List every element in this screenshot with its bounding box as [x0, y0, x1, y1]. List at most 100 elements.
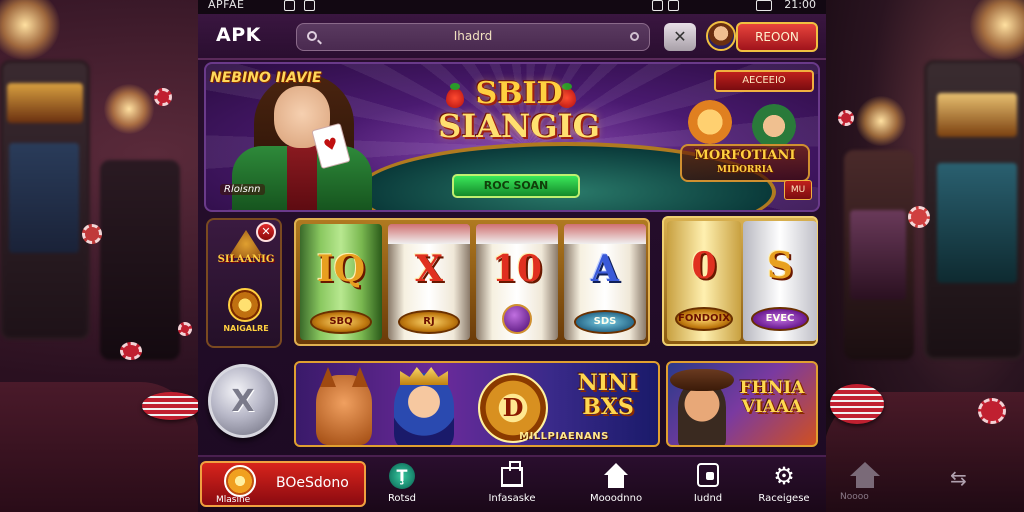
promo2-title: FHNIA VIAAA	[724, 378, 816, 417]
chip-stack	[830, 384, 884, 424]
search-input[interactable]: Ihadrd	[296, 23, 650, 51]
side-panel-logo-2: NAIGALRE	[223, 324, 269, 333]
slot-reel: X RJ	[388, 224, 470, 340]
promo-title-line2: BXS	[582, 394, 634, 420]
register-button[interactable]: REOON	[736, 22, 818, 52]
ghost-nav-label: Noooo	[840, 492, 869, 502]
side-game-panel[interactable]: ✕ SILAANIG NAIGALRE	[206, 218, 282, 348]
slot-reel: 0 FONDOIX	[667, 221, 741, 341]
reel-plate: FONDOIX	[675, 307, 733, 331]
poker-chip	[838, 110, 854, 126]
reel-plate: EVEC	[751, 307, 809, 331]
nav-item-raceigese[interactable]: ⚙ Raceigese	[744, 463, 824, 509]
slot-reel: A SDS	[564, 224, 646, 340]
hero-dealer-title: NEBINO IIAVIE	[210, 70, 322, 86]
nav-item-label: Raceigese	[758, 493, 810, 504]
app-logo[interactable]: APK	[216, 24, 261, 46]
poker-chip	[978, 398, 1006, 424]
shield-icon: Ţ	[389, 463, 415, 489]
mascot-clown	[688, 100, 732, 144]
nav-item-infasaske[interactable]: Infasaske	[472, 461, 552, 509]
reel-symbol: S	[767, 245, 793, 287]
lamp-light	[104, 84, 154, 134]
app-screen: APFAE 21:00 APK Ihadrd ✕ REOON NEBINO II…	[198, 0, 826, 512]
poker-chip	[120, 342, 142, 360]
search-text: Ihadrd	[453, 29, 493, 43]
promo2-title-line1: FHNIA	[739, 378, 805, 398]
play-button[interactable]: ROC SOAN	[452, 174, 580, 198]
nav-active-title: BOeSdono	[276, 475, 349, 491]
side-panel-logo: SILAANIG	[217, 254, 275, 265]
close-button[interactable]: ✕	[664, 23, 696, 51]
arcade-machine-left	[0, 60, 90, 340]
nav-item-label: Infasaske	[488, 493, 536, 504]
avatar[interactable]	[706, 21, 736, 51]
game-logo-line2: SIANGIG	[438, 107, 600, 145]
slot-reels-secondary[interactable]: 0 FONDOIX S EVEC	[662, 216, 818, 346]
slot-reel: IQ SBQ	[300, 224, 382, 340]
poker-chip	[154, 88, 172, 106]
promo-banner-cowboy[interactable]: FHNIA VIAAA	[666, 361, 818, 447]
promo-banner-mini-boxes[interactable]: D NINI BXS MILLPIAENANS	[294, 361, 660, 447]
reel-symbol: 10	[491, 248, 543, 290]
signal-icon	[668, 0, 679, 11]
nav-active-label: Mlasine	[216, 495, 251, 505]
coin-button[interactable]: X	[208, 364, 278, 438]
slot-reels[interactable]: IQ SBQ X RJ 10 A SDS	[294, 218, 650, 346]
slot-reel: S EVEC	[743, 221, 817, 341]
lamp-light	[0, 0, 60, 60]
reel-symbol: A	[591, 248, 619, 290]
reel-symbol: 0	[691, 245, 717, 287]
side-game-logo-title: MORFOTIANI	[694, 148, 796, 163]
emblem-icon	[228, 288, 262, 322]
nav-item-label: Rotsd	[387, 493, 417, 504]
home-icon	[603, 463, 629, 489]
nav-item-iudnd[interactable]: Iudnd	[668, 463, 748, 509]
poker-chip	[908, 206, 930, 228]
box-icon	[697, 463, 719, 487]
poker-chip	[82, 224, 102, 244]
poker-chip	[178, 322, 192, 336]
medal-symbol: D	[502, 393, 524, 422]
reel-symbol: IQ	[316, 248, 366, 290]
hero-banner[interactable]: NEBINO IIAVIE Rloisnn SBID SIANGIG ROC S…	[204, 62, 820, 212]
hero-card-label: Rloisnn	[220, 184, 265, 195]
game-logo-line1: SBID	[475, 76, 563, 111]
promo-subtitle: MILLPIAENANS	[519, 431, 609, 442]
coin-symbol: X	[231, 384, 255, 419]
plum-icon	[502, 304, 532, 334]
header-bar: APK Ihadrd ✕ REOON	[198, 14, 826, 60]
nav-item-active[interactable]: Mlasine BOeSdono	[200, 461, 366, 507]
nav-item-rotsd[interactable]: Ţ Rotsd	[362, 463, 442, 509]
hero-small-button[interactable]: MU	[784, 180, 812, 200]
chip-stack	[142, 392, 200, 420]
status-clock: 21:00	[784, 0, 816, 11]
wifi-icon	[652, 0, 663, 11]
status-bar: APFAE 21:00	[198, 0, 826, 14]
bottom-nav: Mlasine BOeSdono Ţ Rotsd Infasaske Moood…	[198, 455, 826, 512]
nav-item-mooodnno[interactable]: Mooodnno	[576, 463, 656, 509]
nav-item-label: Iudnd	[693, 493, 723, 504]
battery-icon	[756, 0, 772, 11]
fox-character	[316, 375, 372, 445]
gear-icon: ⚙	[773, 462, 795, 490]
mic-icon[interactable]	[630, 32, 639, 41]
promo-title-line1: NINI	[577, 370, 639, 396]
status-icon	[304, 0, 315, 11]
back-arrow-icon: ⇆	[950, 466, 967, 490]
side-game-logo: MORFOTIANI MIDORRIA	[680, 144, 810, 182]
promo2-title-line2: VIAAA	[741, 397, 803, 417]
lamp-light	[856, 96, 906, 146]
arcade-machine-left-2	[100, 160, 180, 360]
reel-plate: RJ	[398, 310, 460, 334]
nav-item-label: Mooodnno	[589, 493, 643, 504]
close-icon[interactable]: ✕	[256, 222, 276, 242]
status-label: APFAE	[208, 0, 245, 11]
reel-plate: SBQ	[310, 310, 372, 334]
arcade-machine-right	[924, 60, 1024, 360]
slot-reel: 10	[476, 224, 558, 340]
reel-symbol: X	[415, 248, 443, 290]
home-icon	[850, 462, 880, 488]
hero-corner-button[interactable]: AECEEIO	[714, 70, 814, 92]
arcade-machine-right-2	[844, 150, 914, 360]
